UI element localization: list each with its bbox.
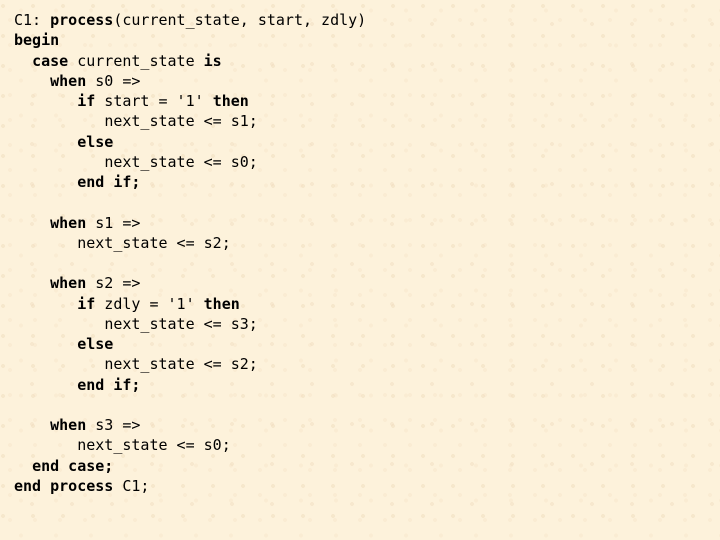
code-line: next_state <= s3; (14, 315, 258, 333)
code-line: when s1 => (14, 214, 140, 232)
code-line: next_state <= s2; (14, 355, 258, 373)
code-line: end process C1; (14, 477, 149, 495)
code-line: next_state <= s0; (14, 436, 231, 454)
code-line: when s2 => (14, 274, 140, 292)
code-line: next_state <= s1; (14, 112, 258, 130)
code-line: C1: process(current_state, start, zdly) (14, 11, 366, 29)
code-line: when s0 => (14, 72, 140, 90)
code-line: if zdly = '1' then (14, 295, 240, 313)
code-line: next_state <= s2; (14, 234, 231, 252)
code-block: C1: process(current_state, start, zdly) … (0, 0, 720, 496)
code-line: end if; (14, 173, 140, 191)
code-line: next_state <= s0; (14, 153, 258, 171)
code-line: when s3 => (14, 416, 140, 434)
code-line: if start = '1' then (14, 92, 249, 110)
code-line: begin (14, 31, 59, 49)
code-line: end case; (14, 457, 113, 475)
code-line: end if; (14, 376, 140, 394)
code-line: else (14, 335, 113, 353)
code-line: else (14, 133, 113, 151)
code-line: case current_state is (14, 52, 222, 70)
